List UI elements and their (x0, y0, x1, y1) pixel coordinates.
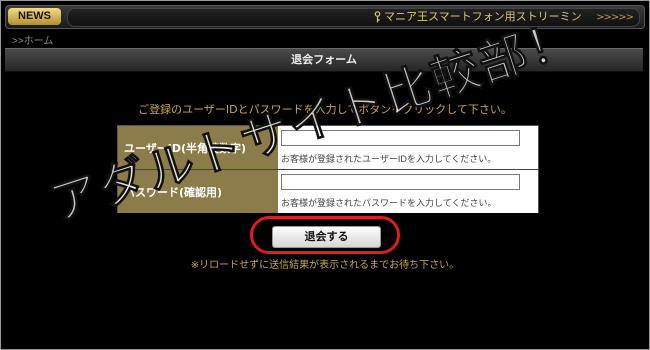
key-icon (374, 11, 381, 23)
ticker-arrows: >>>>> (596, 12, 634, 23)
user-id-hint: お客様が登録されたユーザーIDを入力してください。 (281, 154, 497, 164)
reload-note: ※リロードせずに送信結果が表示されるまでお待ち下さい。 (190, 260, 460, 271)
password-input[interactable] (281, 174, 520, 190)
password-cell: お客様が登録されたパスワードを入力してください。 (278, 170, 538, 213)
withdraw-button[interactable]: 退会する (272, 226, 381, 248)
breadcrumb-home-link[interactable]: >>ホーム (12, 32, 53, 47)
password-hint: お客様が登録されたパスワードを入力してください。 (281, 198, 497, 208)
news-badge: NEWS (8, 8, 61, 25)
